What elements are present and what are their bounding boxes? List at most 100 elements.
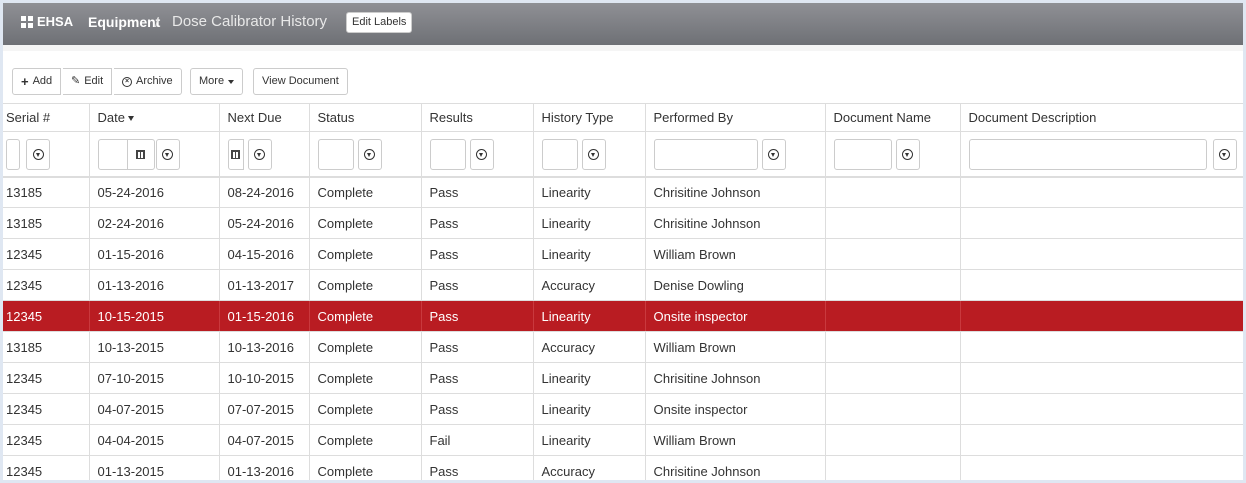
cell-status: Complete bbox=[309, 269, 422, 301]
column-header-document-description[interactable]: Document Description bbox=[960, 103, 1243, 132]
cell-date: 02-24-2016 bbox=[89, 207, 220, 239]
filter-cell-performed-by bbox=[645, 131, 826, 178]
next-due-calendar-button[interactable] bbox=[227, 139, 244, 170]
table-row[interactable]: 12345 01-13-2016 01-13-2017 Complete Pas… bbox=[3, 269, 1243, 301]
column-header-status[interactable]: Status bbox=[309, 103, 422, 132]
cell-next-due: 04-15-2016 bbox=[219, 238, 310, 270]
cell-date: 07-10-2015 bbox=[89, 362, 220, 394]
filter-icon bbox=[768, 149, 779, 160]
edit-button[interactable]: ✎ Edit bbox=[63, 68, 113, 95]
column-header-next-due[interactable]: Next Due bbox=[219, 103, 310, 132]
column-header-history-type[interactable]: History Type bbox=[533, 103, 646, 132]
cell-date: 01-15-2016 bbox=[89, 238, 220, 270]
cell-serial: 12345 bbox=[3, 362, 90, 394]
table-row-selected[interactable]: 12345 10-15-2015 01-15-2016 Complete Pas… bbox=[3, 300, 1243, 332]
table-row[interactable]: 13185 02-24-2016 05-24-2016 Complete Pas… bbox=[3, 207, 1243, 239]
date-filter-input[interactable] bbox=[97, 139, 128, 170]
table-row[interactable]: 12345 01-13-2015 01-13-2016 Complete Pas… bbox=[3, 455, 1243, 480]
archive-button[interactable]: × Archive bbox=[114, 68, 182, 95]
status-filter-button[interactable] bbox=[357, 139, 382, 170]
brand-link[interactable]: EHSA bbox=[21, 14, 73, 29]
column-header-label: Next Due bbox=[227, 110, 282, 125]
filter-cell-status bbox=[309, 131, 422, 178]
document-description-filter-input[interactable] bbox=[968, 139, 1207, 170]
column-header-label: Serial # bbox=[6, 110, 51, 125]
table-row[interactable]: 12345 04-07-2015 07-07-2015 Complete Pas… bbox=[3, 393, 1243, 425]
more-button[interactable]: More bbox=[190, 68, 244, 95]
cell-serial: 12345 bbox=[3, 269, 90, 301]
cell-document-name bbox=[825, 393, 961, 425]
performed-by-filter-button[interactable] bbox=[761, 139, 786, 170]
date-calendar-button[interactable] bbox=[126, 139, 155, 170]
date-filter-button[interactable] bbox=[155, 139, 180, 170]
filter-icon bbox=[162, 149, 173, 160]
filter-cell-date bbox=[89, 131, 220, 178]
cell-results: Pass bbox=[421, 176, 534, 208]
edit-button-label: Edit bbox=[84, 75, 104, 87]
column-header-label: Date bbox=[97, 110, 125, 125]
column-header-label: Document Description bbox=[968, 110, 1097, 125]
filter-icon bbox=[902, 149, 913, 160]
cell-history-type: Accuracy bbox=[533, 331, 646, 363]
cell-document-description bbox=[960, 424, 1243, 456]
history-type-filter-button[interactable] bbox=[581, 139, 606, 170]
view-document-label: View Document bbox=[262, 75, 339, 87]
cell-document-name bbox=[825, 362, 961, 394]
serial-filter-button[interactable] bbox=[26, 139, 50, 170]
filter-row bbox=[3, 131, 1243, 178]
edit-labels-button[interactable]: Edit Labels bbox=[346, 12, 413, 33]
breadcrumb-equipment[interactable]: Equipment bbox=[88, 14, 160, 30]
cell-next-due: 01-15-2016 bbox=[219, 300, 310, 332]
cell-next-due: 01-13-2017 bbox=[219, 269, 310, 301]
cell-results: Pass bbox=[421, 300, 534, 332]
next-due-filter-button[interactable] bbox=[247, 139, 272, 170]
top-header: EHSA Equipment / Dose Calibrator History… bbox=[3, 3, 1243, 45]
performed-by-filter-input[interactable] bbox=[653, 139, 758, 170]
cell-status: Complete bbox=[309, 238, 422, 270]
results-filter-input[interactable] bbox=[429, 139, 466, 170]
more-button-label: More bbox=[199, 75, 225, 87]
cell-status: Complete bbox=[309, 362, 422, 394]
cell-serial: 13185 bbox=[3, 176, 90, 208]
add-button-label: Add bbox=[32, 75, 53, 87]
filter-cell-document-description bbox=[960, 131, 1243, 178]
filter-cell-serial bbox=[3, 131, 90, 178]
table-row[interactable]: 12345 01-15-2016 04-15-2016 Complete Pas… bbox=[3, 238, 1243, 270]
archive-button-label: Archive bbox=[136, 75, 173, 87]
cell-status: Complete bbox=[309, 331, 422, 363]
cell-results: Pass bbox=[421, 238, 534, 270]
page-title: Dose Calibrator History bbox=[172, 13, 328, 30]
column-header-label: Status bbox=[317, 110, 355, 125]
history-type-filter-input[interactable] bbox=[541, 139, 578, 170]
table-row[interactable]: 12345 04-04-2015 04-07-2015 Complete Fai… bbox=[3, 424, 1243, 456]
table-row[interactable]: 13185 10-13-2015 10-13-2016 Complete Pas… bbox=[3, 331, 1243, 363]
cell-document-name bbox=[825, 207, 961, 239]
filter-icon bbox=[1219, 149, 1230, 160]
cell-serial: 12345 bbox=[3, 300, 90, 332]
column-header-label: Document Name bbox=[833, 110, 932, 125]
status-filter-input[interactable] bbox=[317, 139, 354, 170]
document-name-filter-input[interactable] bbox=[833, 139, 892, 170]
add-button[interactable]: + Add bbox=[12, 68, 62, 95]
column-header-results[interactable]: Results bbox=[421, 103, 534, 132]
serial-filter-input[interactable] bbox=[6, 139, 20, 170]
cell-date: 10-15-2015 bbox=[89, 300, 220, 332]
document-description-filter-button[interactable] bbox=[1212, 139, 1237, 170]
view-document-button[interactable]: View Document bbox=[253, 68, 348, 95]
column-header-serial[interactable]: Serial # bbox=[3, 103, 90, 132]
table-row[interactable]: 13185 05-24-2016 08-24-2016 Complete Pas… bbox=[3, 176, 1243, 208]
column-header-document-name[interactable]: Document Name bbox=[825, 103, 961, 132]
table-row[interactable]: 12345 07-10-2015 10-10-2015 Complete Pas… bbox=[3, 362, 1243, 394]
calendar-icon bbox=[231, 150, 240, 159]
results-filter-button[interactable] bbox=[469, 139, 494, 170]
filter-cell-history-type bbox=[533, 131, 646, 178]
column-header-label: Results bbox=[429, 110, 473, 125]
column-header-label: History Type bbox=[541, 110, 614, 125]
column-header-date[interactable]: Date bbox=[89, 103, 220, 132]
cell-next-due: 07-07-2015 bbox=[219, 393, 310, 425]
document-name-filter-button[interactable] bbox=[895, 139, 920, 170]
sort-desc-icon bbox=[127, 116, 134, 122]
column-header-performed-by[interactable]: Performed By bbox=[645, 103, 826, 132]
cell-document-description bbox=[960, 455, 1243, 480]
cell-document-name bbox=[825, 424, 961, 456]
